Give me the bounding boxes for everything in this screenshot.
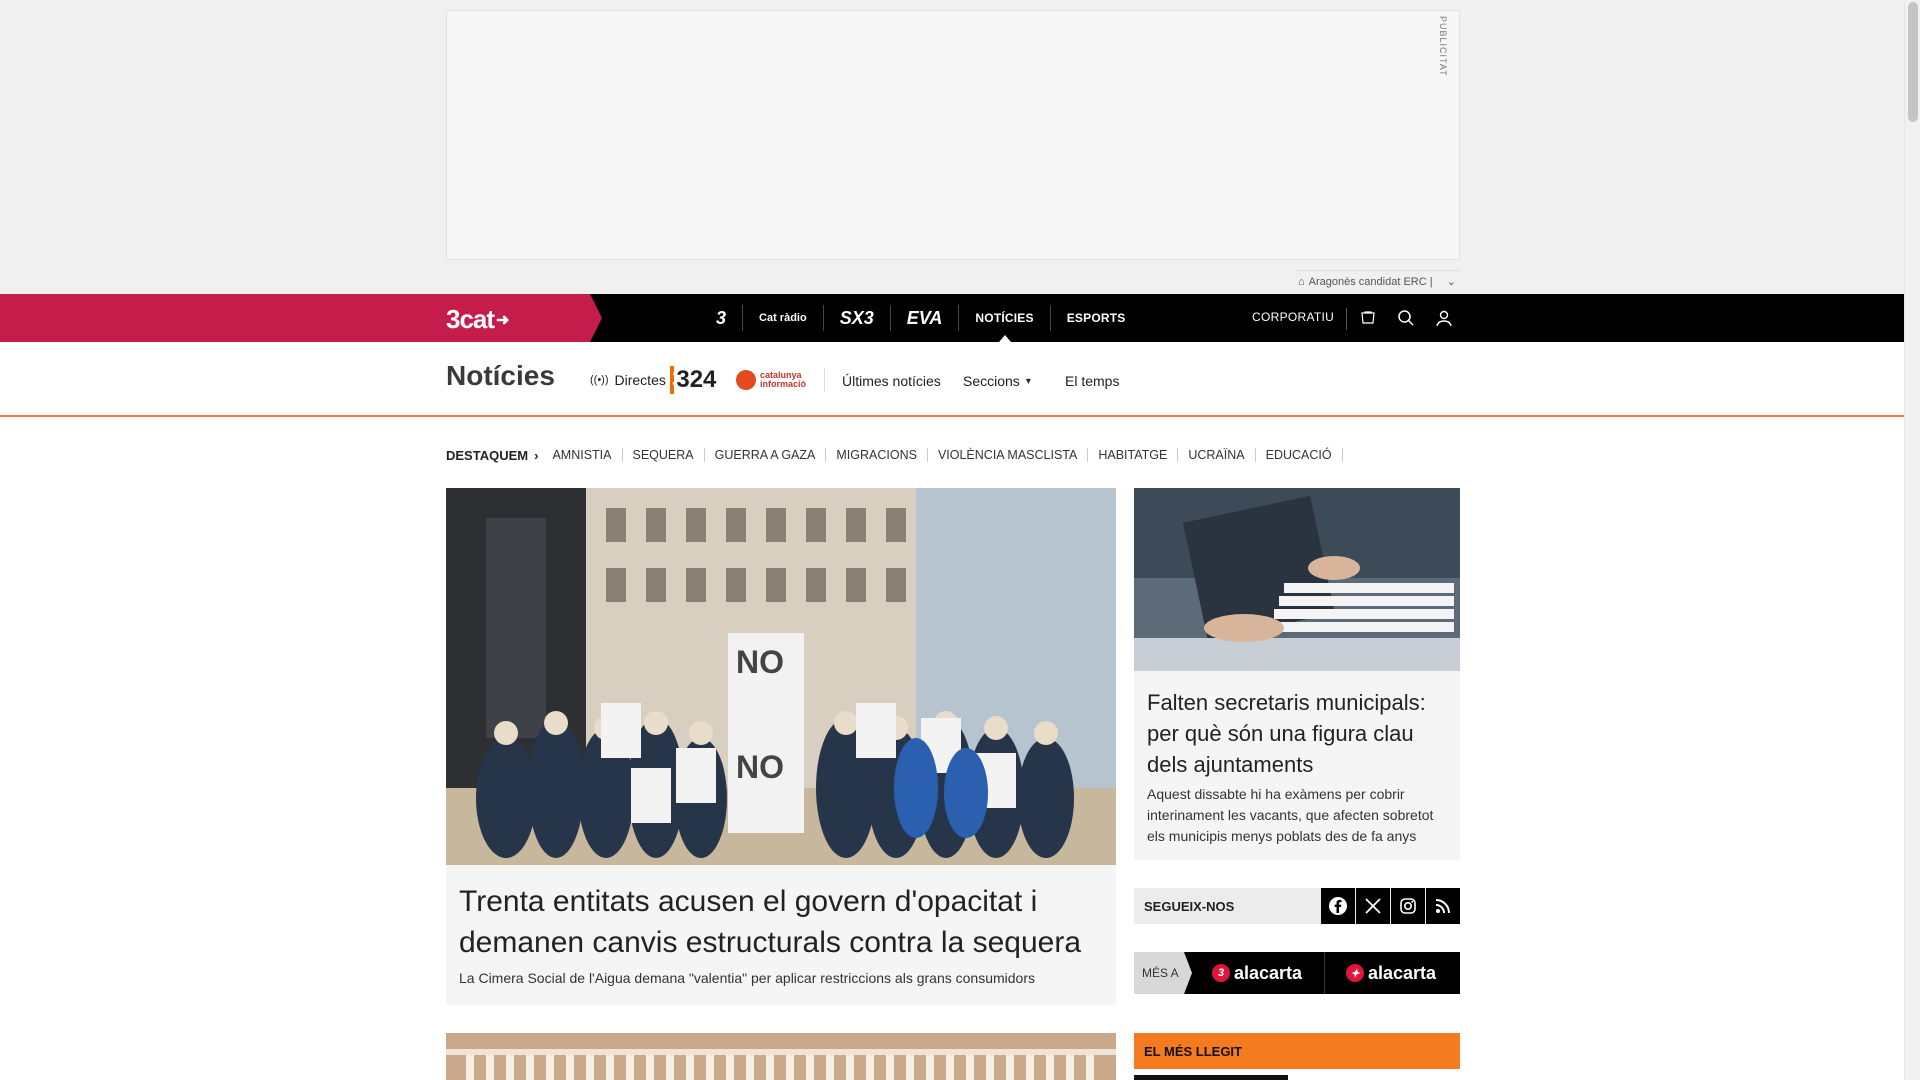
tag-item[interactable]: VIOLÈNCIA MASCLISTA bbox=[928, 448, 1089, 462]
topbar-divider bbox=[1346, 308, 1347, 330]
logo-ci-mark bbox=[736, 370, 756, 390]
live-link[interactable]: ((•)) Directes bbox=[590, 372, 666, 388]
channel-tv3[interactable]: 3 bbox=[700, 305, 744, 331]
user-icon[interactable] bbox=[1432, 306, 1456, 330]
facebook-icon[interactable] bbox=[1321, 888, 1355, 924]
channel-noticies-label: NOTÍCIES bbox=[975, 311, 1034, 325]
side-article-title[interactable]: Falten secretaris municipals: per què só… bbox=[1147, 687, 1447, 780]
brand-logo[interactable]: 3cat ➜ bbox=[446, 304, 509, 335]
logo-catalunya-informacio[interactable]: catalunya informació bbox=[736, 370, 830, 390]
side-article-image[interactable] bbox=[1134, 488, 1460, 671]
x-icon[interactable] bbox=[1356, 888, 1390, 924]
tv3-alacarta-label: alacarta bbox=[1234, 962, 1303, 983]
chevron-right-icon: › bbox=[534, 447, 539, 463]
channel-sx3-logo: SX3 bbox=[839, 307, 874, 328]
chevron-down-icon: ▾ bbox=[1025, 375, 1031, 387]
logo-324[interactable]: 3324 bbox=[670, 366, 717, 394]
channel-tv3-logo: 3 bbox=[716, 307, 727, 328]
search-icon[interactable] bbox=[1394, 306, 1418, 330]
live-icon: ((•)) bbox=[590, 374, 609, 386]
tag-item[interactable]: GUERRA A GAZA bbox=[705, 448, 827, 462]
side-article-subtitle: Aquest dissabte hi ha exàmens per cobrir… bbox=[1147, 786, 1434, 844]
logo-324-text: 324 bbox=[674, 366, 717, 394]
tag-item[interactable]: EDUCACIÓ bbox=[1256, 448, 1343, 462]
catradio-alacarta-label: alacarta bbox=[1368, 962, 1437, 983]
follow-us-label: SEGUEIX-NOS bbox=[1144, 898, 1235, 914]
scrollbar-thumb[interactable] bbox=[1908, 2, 1918, 122]
featured-lead[interactable]: DESTAQUEM › bbox=[446, 448, 538, 463]
most-read-header: EL MÉS LLEGIT bbox=[1134, 1033, 1460, 1069]
main-article[interactable]: NO NO Trenta entitats acusen el govern d… bbox=[446, 488, 1116, 1005]
sections-dropdown[interactable]: Seccions ▾ bbox=[963, 373, 1031, 389]
brand-block bbox=[0, 294, 602, 342]
more-at-alacarta: MÉS A 3 alacarta ✦ alacarta bbox=[1134, 952, 1460, 994]
tag-item[interactable]: SEQUERA bbox=[623, 448, 705, 462]
tag-icon: ⌂ bbox=[1298, 275, 1305, 288]
sections-label: Seccions bbox=[963, 373, 1020, 389]
most-read-thumbnail[interactable] bbox=[1134, 1075, 1288, 1080]
main-article-title[interactable]: Trenta entitats acusen el govern d'opaci… bbox=[459, 881, 1099, 963]
side-article[interactable]: Falten secretaris municipals: per què só… bbox=[1134, 488, 1460, 860]
channel-eva-logo: EVA bbox=[906, 307, 943, 328]
ad-banner[interactable] bbox=[446, 10, 1460, 260]
top-navbar: 3cat ➜ 3 Cat ràdio SX3 EVA NOTÍCIES ESPO… bbox=[0, 294, 1904, 342]
cart-icon[interactable] bbox=[1356, 306, 1380, 330]
catradio-alacarta-link[interactable]: ✦ alacarta bbox=[1346, 952, 1436, 994]
more-at-divider bbox=[1324, 952, 1325, 994]
tv3-alacarta-icon: 3 bbox=[1212, 964, 1230, 982]
ad-label: PUBLICITAT bbox=[1438, 16, 1448, 77]
brand-logo-text: 3cat bbox=[446, 304, 495, 334]
latest-news-label: Últimes notícies bbox=[842, 373, 941, 389]
ad-widget[interactable]: ⌂ Aragonès candidat ERC | ⌄ bbox=[1296, 270, 1460, 292]
instagram-icon[interactable] bbox=[1391, 888, 1425, 924]
corporate-link[interactable]: CORPORATIU bbox=[1252, 310, 1334, 324]
scrollbar[interactable] bbox=[1904, 0, 1920, 1080]
channel-catradio-logo: Cat ràdio bbox=[759, 312, 807, 324]
tv3-alacarta-link[interactable]: 3 alacarta bbox=[1212, 952, 1302, 994]
brand-arrow-icon: ➜ bbox=[496, 311, 509, 329]
channel-list: 3 Cat ràdio SX3 EVA NOTÍCIES ESPORTS bbox=[700, 294, 1141, 342]
channel-catradio[interactable]: Cat ràdio bbox=[743, 305, 824, 331]
section-header-divider bbox=[824, 368, 825, 392]
featured-tags: DESTAQUEM › AMNISTIA SEQUERA GUERRA A GA… bbox=[446, 446, 1343, 464]
channel-noticies[interactable]: NOTÍCIES bbox=[959, 305, 1051, 342]
chevron-down-icon: ⌄ bbox=[1446, 276, 1456, 288]
channel-eva[interactable]: EVA bbox=[891, 305, 960, 331]
logo-ci-text: catalunya informació bbox=[760, 370, 807, 389]
svg-text:NO: NO bbox=[736, 749, 784, 785]
ad-zone: PUBLICITAT ⌂ Aragonès candidat ERC | ⌄ bbox=[0, 0, 1904, 294]
rss-icon[interactable] bbox=[1426, 888, 1460, 924]
svg-text:NO: NO bbox=[736, 644, 784, 680]
channel-esports[interactable]: ESPORTS bbox=[1051, 305, 1142, 331]
second-article-image[interactable] bbox=[446, 1033, 1116, 1080]
tag-item[interactable]: HABITATGE bbox=[1088, 448, 1179, 462]
channel-sx3[interactable]: SX3 bbox=[824, 305, 891, 331]
featured-lead-label: DESTAQUEM bbox=[446, 447, 529, 463]
follow-us-bar: SEGUEIX-NOS bbox=[1134, 888, 1460, 924]
channel-esports-label: ESPORTS bbox=[1066, 311, 1126, 325]
weather-link[interactable]: El temps bbox=[1065, 373, 1119, 389]
ad-widget-text: Aragonès candidat ERC | bbox=[1308, 275, 1433, 288]
tag-item[interactable]: UCRAÏNA bbox=[1178, 448, 1256, 462]
catradio-alacarta-icon: ✦ bbox=[1346, 964, 1364, 982]
weather-label: El temps bbox=[1065, 373, 1120, 389]
tag-item[interactable]: AMNISTIA bbox=[552, 448, 623, 462]
live-label: Directes bbox=[614, 372, 666, 388]
more-at-label: MÉS A bbox=[1134, 952, 1192, 994]
tag-item[interactable]: MIGRACIONS bbox=[826, 448, 928, 462]
main-article-subtitle: La Cimera Social de l'Aigua demana "vale… bbox=[459, 970, 1035, 986]
section-title[interactable]: Notícies bbox=[446, 360, 555, 392]
main-article-image[interactable]: NO NO bbox=[446, 488, 1116, 865]
latest-news-link[interactable]: Últimes notícies bbox=[842, 373, 941, 389]
section-header: Notícies ((•)) Directes 3324 catalunya i… bbox=[0, 342, 1904, 417]
